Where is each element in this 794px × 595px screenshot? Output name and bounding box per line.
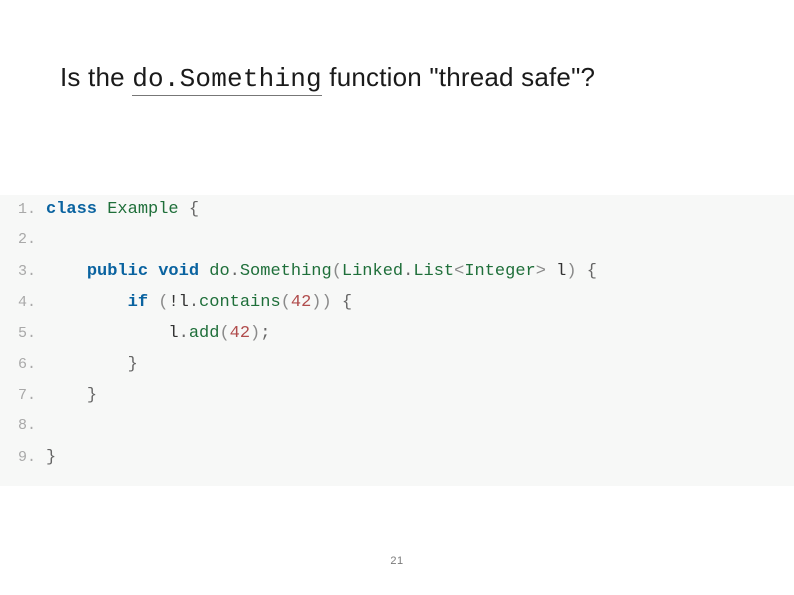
code-text: } [46,356,138,375]
paren: ) [250,324,260,343]
code-line: 8. [18,418,794,449]
var: l [556,262,566,281]
type: List [413,262,454,281]
slide-title: Is the do.Something function "thread saf… [60,62,595,94]
indent [46,386,87,405]
indent [46,324,168,343]
keyword: public [87,262,148,281]
dot: . [189,293,199,312]
title-text-post: function "thread safe"? [322,62,595,92]
semicolon: ; [260,324,270,343]
space [148,262,158,281]
paren: ) [311,293,321,312]
angle: < [454,262,464,281]
code-line: 9. } [18,449,794,480]
keyword: void [158,262,199,281]
var: l [168,324,178,343]
code-text: } [46,387,97,406]
line-number: 7. [18,388,46,405]
brace: } [87,386,97,405]
number: 42 [230,324,250,343]
title-code: do.Something [132,64,322,96]
line-number: 5. [18,326,46,343]
page-number: 21 [0,555,794,567]
space [546,262,556,281]
space [577,262,587,281]
line-number: 2. [18,232,46,249]
indent [46,355,128,374]
paren: ( [281,293,291,312]
var: l [179,293,189,312]
code-text: l.add(42); [46,325,270,344]
dot: . [179,324,189,343]
code-line: 3. public void do.Something(Linked.List<… [18,263,794,294]
indent [46,293,128,312]
space [332,293,342,312]
line-number: 3. [18,264,46,281]
space [97,200,107,219]
brace: } [128,355,138,374]
type: Linked [342,262,403,281]
member: contains [199,293,281,312]
code-line: 6. } [18,356,794,387]
code-line: 4. if (!l.contains(42)) { [18,294,794,325]
line-number: 6. [18,357,46,374]
paren: ) [321,293,331,312]
code-text: public void do.Something(Linked.List<Int… [46,263,597,282]
brace: { [587,262,597,281]
code-line: 2. [18,232,794,263]
line-number: 4. [18,295,46,312]
paren: ( [219,324,229,343]
type: Integer [464,262,535,281]
number: 42 [291,293,311,312]
brace: } [46,448,56,467]
paren: ) [566,262,576,281]
space [199,262,209,281]
code-line: 1. class Example { [18,201,794,232]
code-text: if (!l.contains(42)) { [46,294,352,313]
member: do [209,262,229,281]
code-line: 7. } [18,387,794,418]
code-block: 1. class Example { 2. 3. public void do.… [0,195,794,486]
title-text-pre: Is the [60,62,132,92]
op: ! [168,293,178,312]
code-text: class Example { [46,201,199,220]
keyword: if [128,293,148,312]
paren: ( [158,293,168,312]
indent [46,262,87,281]
space [148,293,158,312]
code-line: 5. l.add(42); [18,325,794,356]
brace: { [189,200,199,219]
line-number: 9. [18,450,46,467]
dot: . [230,262,240,281]
paren: ( [332,262,342,281]
brace: { [342,293,352,312]
keyword: class [46,200,97,219]
angle: > [536,262,546,281]
dot: . [403,262,413,281]
line-number: 8. [18,418,46,435]
line-number: 1. [18,202,46,219]
slide: Is the do.Something function "thread saf… [0,0,794,595]
code-text: } [46,449,56,468]
space [179,200,189,219]
member: add [189,324,220,343]
member: Something [240,262,332,281]
type: Example [107,200,178,219]
